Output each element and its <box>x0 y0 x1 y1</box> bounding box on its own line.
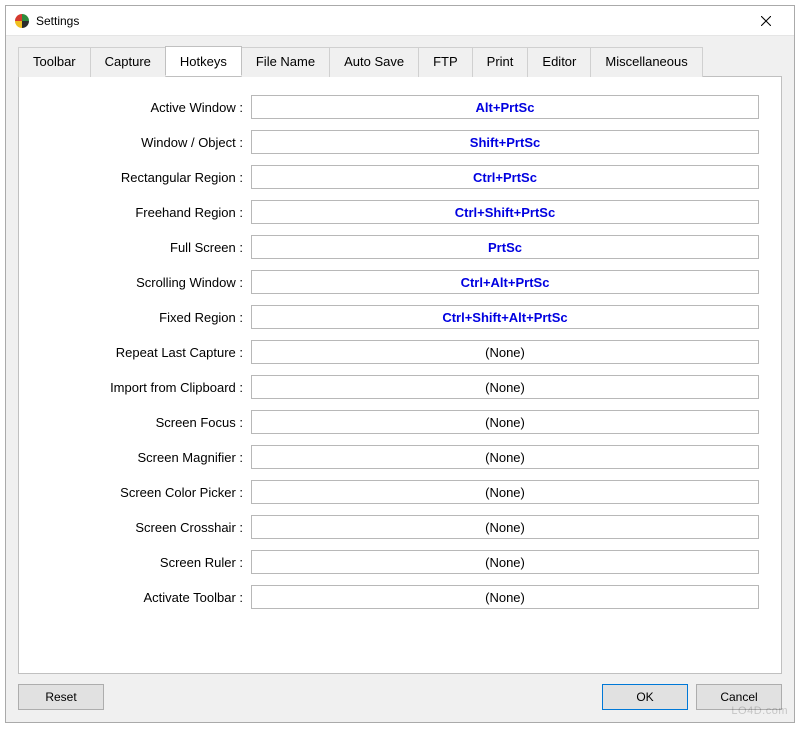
hotkey-value: Ctrl+Alt+PrtSc <box>461 275 550 290</box>
hotkey-row: Freehand Region : Ctrl+Shift+PrtSc <box>41 200 759 224</box>
hotkey-value: Shift+PrtSc <box>470 135 540 150</box>
hotkey-label: Screen Ruler : <box>41 555 251 570</box>
hotkey-field[interactable]: Ctrl+PrtSc <box>251 165 759 189</box>
tab-toolbar[interactable]: Toolbar <box>18 47 91 77</box>
hotkey-row: Screen Crosshair : (None) <box>41 515 759 539</box>
hotkey-label: Repeat Last Capture : <box>41 345 251 360</box>
hotkey-row: Fixed Region : Ctrl+Shift+Alt+PrtSc <box>41 305 759 329</box>
hotkey-value: PrtSc <box>488 240 522 255</box>
hotkey-field[interactable]: (None) <box>251 375 759 399</box>
tab-hotkeys[interactable]: Hotkeys <box>165 46 242 76</box>
hotkey-value: Ctrl+Shift+PrtSc <box>455 205 555 220</box>
hotkey-value: (None) <box>485 450 525 465</box>
close-button[interactable] <box>746 7 786 35</box>
hotkey-field[interactable]: (None) <box>251 410 759 434</box>
hotkey-row: Screen Ruler : (None) <box>41 550 759 574</box>
app-icon <box>14 13 30 29</box>
content-area: Toolbar Capture Hotkeys File Name Auto S… <box>6 36 794 674</box>
hotkey-value: Ctrl+PrtSc <box>473 170 537 185</box>
hotkey-row: Screen Magnifier : (None) <box>41 445 759 469</box>
hotkey-field[interactable]: PrtSc <box>251 235 759 259</box>
hotkey-value: (None) <box>485 590 525 605</box>
tab-strip: Toolbar Capture Hotkeys File Name Auto S… <box>18 46 782 76</box>
button-bar: Reset OK Cancel <box>6 674 794 722</box>
hotkey-label: Rectangular Region : <box>41 170 251 185</box>
hotkey-label: Screen Color Picker : <box>41 485 251 500</box>
hotkey-label: Screen Magnifier : <box>41 450 251 465</box>
hotkey-label: Freehand Region : <box>41 205 251 220</box>
hotkey-row: Full Screen : PrtSc <box>41 235 759 259</box>
hotkey-row: Repeat Last Capture : (None) <box>41 340 759 364</box>
hotkey-value: Alt+PrtSc <box>476 100 535 115</box>
hotkey-field[interactable]: Shift+PrtSc <box>251 130 759 154</box>
hotkey-field[interactable]: Alt+PrtSc <box>251 95 759 119</box>
hotkey-label: Window / Object : <box>41 135 251 150</box>
hotkey-field[interactable]: Ctrl+Shift+PrtSc <box>251 200 759 224</box>
hotkey-row: Window / Object : Shift+PrtSc <box>41 130 759 154</box>
ok-button[interactable]: OK <box>602 684 688 710</box>
hotkey-field[interactable]: (None) <box>251 340 759 364</box>
tab-file-name[interactable]: File Name <box>241 47 330 77</box>
hotkey-label: Screen Crosshair : <box>41 520 251 535</box>
hotkey-field[interactable]: Ctrl+Shift+Alt+PrtSc <box>251 305 759 329</box>
hotkey-row: Screen Focus : (None) <box>41 410 759 434</box>
settings-window: Settings Toolbar Capture Hotkeys File Na… <box>5 5 795 723</box>
titlebar: Settings <box>6 6 794 36</box>
hotkey-field[interactable]: (None) <box>251 550 759 574</box>
tab-ftp[interactable]: FTP <box>418 47 473 77</box>
hotkey-label: Scrolling Window : <box>41 275 251 290</box>
reset-button[interactable]: Reset <box>18 684 104 710</box>
hotkey-row: Rectangular Region : Ctrl+PrtSc <box>41 165 759 189</box>
close-icon <box>761 16 771 26</box>
tab-editor[interactable]: Editor <box>527 47 591 77</box>
hotkey-label: Active Window : <box>41 100 251 115</box>
hotkey-field[interactable]: (None) <box>251 480 759 504</box>
hotkeys-panel: Active Window : Alt+PrtSc Window / Object … <box>18 76 782 674</box>
tab-miscellaneous[interactable]: Miscellaneous <box>590 47 702 77</box>
tab-capture[interactable]: Capture <box>90 47 166 77</box>
hotkey-row: Screen Color Picker : (None) <box>41 480 759 504</box>
hotkey-field[interactable]: (None) <box>251 445 759 469</box>
hotkey-value: (None) <box>485 520 525 535</box>
hotkey-row: Import from Clipboard : (None) <box>41 375 759 399</box>
cancel-button[interactable]: Cancel <box>696 684 782 710</box>
tab-print[interactable]: Print <box>472 47 529 77</box>
hotkey-label: Import from Clipboard : <box>41 380 251 395</box>
hotkey-label: Activate Toolbar : <box>41 590 251 605</box>
hotkey-label: Fixed Region : <box>41 310 251 325</box>
hotkey-row: Activate Toolbar : (None) <box>41 585 759 609</box>
window-title: Settings <box>36 14 746 28</box>
hotkey-value: Ctrl+Shift+Alt+PrtSc <box>442 310 567 325</box>
tab-auto-save[interactable]: Auto Save <box>329 47 419 77</box>
hotkey-value: (None) <box>485 380 525 395</box>
hotkey-label: Full Screen : <box>41 240 251 255</box>
hotkey-label: Screen Focus : <box>41 415 251 430</box>
hotkey-value: (None) <box>485 345 525 360</box>
hotkey-field[interactable]: (None) <box>251 515 759 539</box>
hotkey-value: (None) <box>485 485 525 500</box>
hotkey-field[interactable]: (None) <box>251 585 759 609</box>
hotkey-field[interactable]: Ctrl+Alt+PrtSc <box>251 270 759 294</box>
hotkey-row: Active Window : Alt+PrtSc <box>41 95 759 119</box>
hotkey-row: Scrolling Window : Ctrl+Alt+PrtSc <box>41 270 759 294</box>
hotkey-value: (None) <box>485 555 525 570</box>
hotkey-value: (None) <box>485 415 525 430</box>
